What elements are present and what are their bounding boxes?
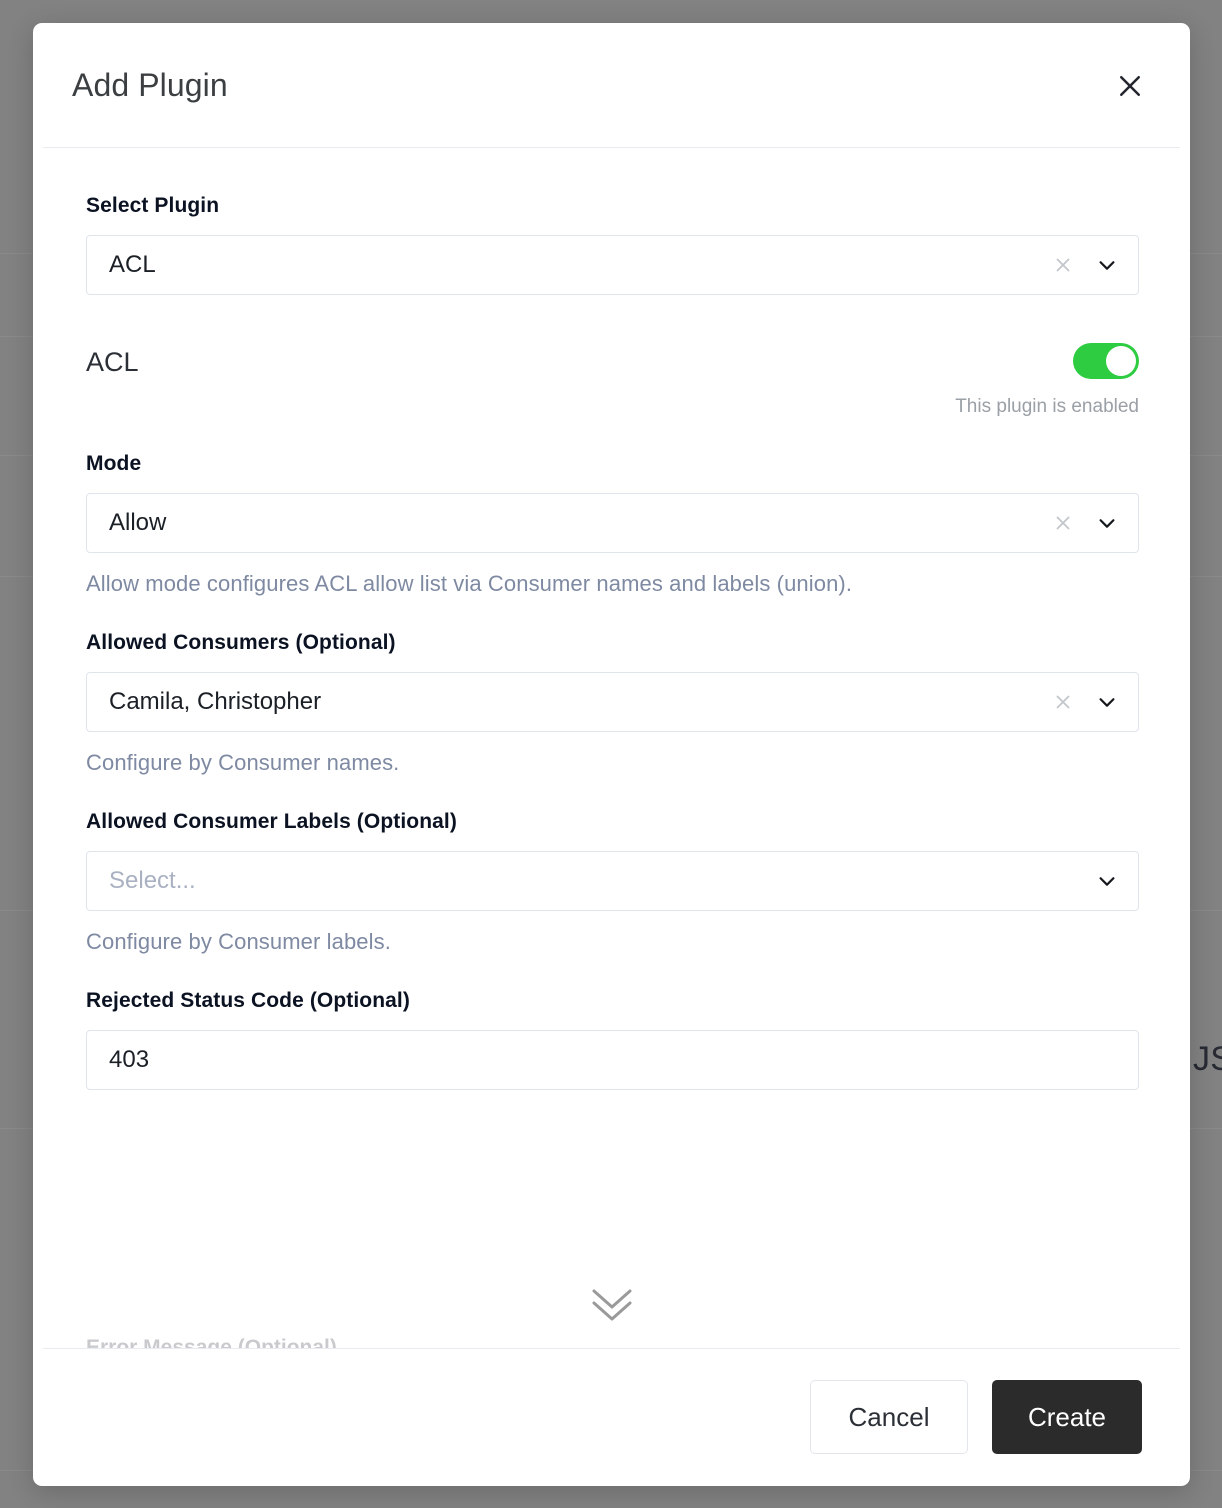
allowed-consumers-input[interactable]: Camila, Christopher: [86, 672, 1139, 732]
plugin-name: ACL: [86, 347, 139, 377]
cancel-button[interactable]: Cancel: [810, 1380, 968, 1454]
rejected-status-code-label: Rejected Status Code (Optional): [86, 989, 410, 1012]
allowed-consumer-labels-placeholder: Select...: [109, 867, 196, 894]
plugin-enable-row: ACL This plugin is enabled: [86, 343, 1139, 418]
plugin-enabled-toggle[interactable]: [1073, 343, 1139, 379]
mode-value: Allow: [109, 509, 167, 536]
toggle-knob: [1106, 346, 1136, 376]
scroll-more-button[interactable]: [33, 1283, 1190, 1330]
close-icon: [1115, 71, 1145, 101]
allowed-consumers-label: Allowed Consumers (Optional): [86, 631, 396, 654]
clear-x-icon[interactable]: [1046, 685, 1080, 719]
dialog-header: Add Plugin: [33, 23, 1190, 148]
select-plugin-input[interactable]: ACL: [86, 235, 1139, 295]
mode-label: Mode: [86, 452, 142, 475]
field-allowed-consumers: Allowed Consumers (Optional) Camila, Chr…: [86, 631, 1139, 776]
allowed-consumers-help-text: Configure by Consumer names.: [86, 750, 400, 775]
chevron-down-icon[interactable]: [1090, 506, 1124, 540]
chevron-down-icon[interactable]: [1090, 248, 1124, 282]
mode-help-text: Allow mode configures ACL allow list via…: [86, 571, 853, 596]
clipped-next-field-label: Error Message (Optional): [86, 1336, 337, 1348]
dialog-footer: Cancel Create: [33, 1348, 1190, 1486]
dialog-title: Add Plugin: [72, 67, 228, 103]
double-chevron-down-icon: [584, 1283, 640, 1330]
plugin-enabled-caption: This plugin is enabled: [955, 396, 1139, 417]
allowed-consumer-labels-label: Allowed Consumer Labels (Optional): [86, 810, 457, 833]
chevron-down-icon[interactable]: [1090, 864, 1124, 898]
allowed-consumers-value: Camila, Christopher: [109, 688, 322, 715]
field-allowed-consumer-labels: Allowed Consumer Labels (Optional) Selec…: [86, 810, 1139, 955]
close-button[interactable]: [1108, 64, 1152, 108]
rejected-status-code-input[interactable]: 403: [86, 1030, 1139, 1090]
dialog-body: Select Plugin ACL ACL This plugin is ena…: [33, 148, 1190, 1348]
create-button[interactable]: Create: [992, 1380, 1142, 1454]
allowed-consumer-labels-input[interactable]: Select...: [86, 851, 1139, 911]
chevron-down-icon[interactable]: [1090, 685, 1124, 719]
clear-x-icon[interactable]: [1046, 506, 1080, 540]
select-plugin-label: Select Plugin: [86, 194, 220, 217]
background-text: JS: [1193, 1040, 1222, 1078]
select-plugin-value: ACL: [109, 251, 156, 278]
field-select-plugin: Select Plugin ACL: [86, 194, 1139, 295]
mode-input[interactable]: Allow: [86, 493, 1139, 553]
allowed-consumer-labels-help-text: Configure by Consumer labels.: [86, 929, 391, 954]
field-rejected-status-code: Rejected Status Code (Optional) 403: [86, 989, 1139, 1090]
clear-x-icon[interactable]: [1046, 248, 1080, 282]
add-plugin-dialog: Add Plugin Select Plugin ACL ACL This pl…: [33, 23, 1190, 1486]
plugin-enable-group: This plugin is enabled: [955, 343, 1139, 418]
field-mode: Mode Allow Allow mode configures ACL all…: [86, 452, 1139, 597]
rejected-status-code-value: 403: [109, 1046, 150, 1073]
